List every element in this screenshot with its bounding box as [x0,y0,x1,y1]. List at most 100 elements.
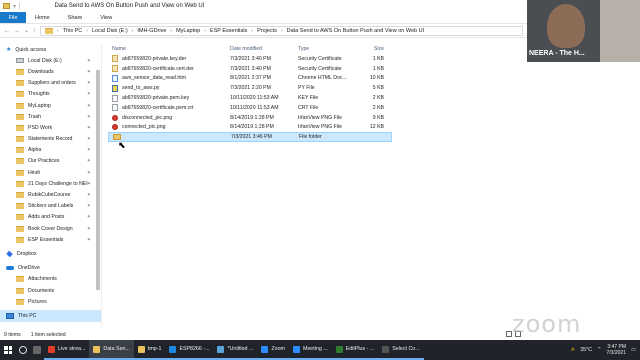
breadcrumb-item[interactable]: Data Send to AWS On Button Push and View… [287,28,424,34]
file-row[interactable]: disconnected_pic.png 8/14/2019 1:28 PM I… [108,113,392,123]
folder-icon [16,147,24,154]
nav-item[interactable]: MyLaptop ✦ [0,100,101,111]
file-row[interactable]: send_to_aws.py 7/3/2021 2:20 PM PY File … [108,83,392,93]
computer-icon [6,312,14,319]
nav-item[interactable]: 21 Days Challenge to NEI ✦ [0,178,101,189]
recent-dropdown-icon[interactable]: ⌄ [24,27,29,34]
column-date[interactable]: Date modified [230,46,298,52]
nav-label: Pictures [28,298,47,305]
weather-icon[interactable]: ☀ [570,347,575,353]
folder-icon [16,113,24,120]
column-name[interactable]: Name [108,46,230,52]
nav-item[interactable]: Pictures [0,296,101,307]
taskbar-app[interactable]: ESP8266 -... [165,340,214,360]
nav-item[interactable]: Book Cover Design ✦ [0,223,101,234]
nav-onedrive[interactable]: OneDrive [0,263,101,274]
file-size: 1 KB [372,55,384,62]
nav-item[interactable]: Stickers and Labels ✦ [0,201,101,212]
tab-view[interactable]: View [91,12,121,23]
file-row[interactable]: ab87659820-certificate.cert.der 7/3/2021… [108,64,392,74]
folder-icon [16,102,24,109]
nav-item[interactable]: Hindi ✦ [0,167,101,178]
nav-item[interactable]: ESP Essentials ✦ [0,234,101,245]
folder-icon [16,225,24,232]
temperature[interactable]: 35°C [580,347,592,353]
nav-item[interactable]: Trash ✦ [0,111,101,122]
nav-item[interactable]: PSD Work ✦ [0,122,101,133]
taskbar-app[interactable]: *Untitled ... [213,340,258,360]
file-row[interactable]: ab87659820-certificate.pem.crt 10/11/202… [108,103,392,113]
back-icon[interactable]: ← [4,28,10,34]
breadcrumb-item[interactable]: This PC [63,28,83,34]
nav-dropbox[interactable]: Dropbox [0,248,101,259]
clock-date: 7/3/2021 [606,350,626,356]
column-type[interactable]: Type [298,46,356,52]
scrollbar-thumb[interactable] [96,70,100,290]
quick-access-toolbar[interactable]: ▾ │ [13,3,21,10]
folder-icon [16,203,24,210]
folder-icon [16,124,24,131]
tab-file[interactable]: File [0,12,26,23]
nav-item[interactable]: Local Disk (E:) ✦ [0,55,101,66]
navigation-pane: ★ Quick access Local Disk (E:) ✦ Download… [0,44,102,328]
file-type: Security Certificate [298,65,342,72]
nav-item[interactable]: Statements Record ✦ [0,134,101,145]
nav-quick-access[interactable]: ★ Quick access [0,44,101,55]
file-row[interactable]: ab87659820-private.pem.key 10/11/2020 11… [108,93,392,103]
column-size[interactable]: Size [356,46,386,52]
nav-this-pc[interactable]: This PC [0,310,101,322]
nav-item[interactable]: Thoughts ✦ [0,89,101,100]
column-header-row: Name Date modified Type Size [108,44,392,54]
folder-icon [16,91,24,98]
file-row[interactable]: aws_sensor_data_read.htm 8/1/2021 2:37 P… [108,74,392,84]
nav-item[interactable]: Documents [0,285,101,296]
nav-scrollbar[interactable] [96,46,100,316]
nav-item[interactable]: Adds and Posts ✦ [0,212,101,223]
zoom-watermark: zoom [512,310,582,338]
nav-item[interactable]: Our Practices ✦ [0,156,101,167]
breadcrumb-item[interactable]: Projects [257,28,277,34]
up-icon[interactable]: ↑ [33,28,36,34]
taskbar-app-active[interactable]: Data Sen... [89,340,134,360]
item-count: 9 items [4,332,21,338]
certificate-icon [112,55,118,63]
folder-icon [3,3,10,9]
address-bar[interactable]: › This PC › Local Disk (E:) › IMH-GDrive… [40,25,523,36]
breadcrumb-item[interactable]: ESP Essentials [210,28,248,34]
taskbar-app[interactable]: Zoom [257,340,289,360]
pin-icon: ✦ [86,124,91,131]
breadcrumb-item[interactable]: Local Disk (E:) [92,28,128,34]
nav-label: PSD Work [28,124,53,131]
taskbar-app[interactable]: Meeting ... [288,340,332,360]
nav-item[interactable]: Suppliers and orders ✦ [0,78,101,89]
start-button[interactable] [0,340,16,360]
tab-share[interactable]: Share [59,12,92,23]
task-view-icon[interactable] [30,340,44,360]
notification-icon[interactable]: ▭ [631,347,636,353]
file-row-selected[interactable]: 7/3/2021 3:46 PM File folder [108,132,392,143]
nav-item[interactable]: Alpha ✦ [0,145,101,156]
breadcrumb-item[interactable]: IMH-GDrive [137,28,166,34]
tab-home[interactable]: Home [26,12,59,23]
file-date: 7/3/2021 3:40 PM [230,65,271,72]
breadcrumb-item[interactable]: MyLaptop [176,28,200,34]
file-size: 10 KB [369,75,384,82]
nav-label: Attachments [28,276,57,283]
clock[interactable]: 3:47 PM 7/3/2021 [607,344,626,356]
taskbar-app[interactable]: tmp-1 [133,340,166,360]
tray-overflow-icon[interactable]: ⌃ [597,347,601,353]
taskbar-app[interactable]: Live strea... [44,340,90,360]
forward-icon[interactable]: → [14,28,20,34]
search-icon[interactable] [16,340,30,360]
taskbar: Live strea... Data Sen... tmp-1 ESP8266 … [0,340,640,360]
nav-item[interactable]: RubikCubeCourse ✦ [0,189,101,200]
file-size: 1 KB [372,65,384,72]
file-row[interactable]: ab87659820-private.key.der 7/3/2021 3:40… [108,54,392,64]
taskbar-app[interactable]: Select Co... [378,340,424,360]
file-type: Chrome HTML Doc... [298,75,347,82]
nav-item[interactable]: Downloads ✦ [0,66,101,77]
file-icon [112,104,118,112]
nav-item[interactable]: Attachments [0,274,101,285]
taskbar-app[interactable]: EditPlus - ... [331,340,379,360]
file-row[interactable]: connected_pic.png 8/14/2019 1:28 PM Irfa… [108,123,392,133]
